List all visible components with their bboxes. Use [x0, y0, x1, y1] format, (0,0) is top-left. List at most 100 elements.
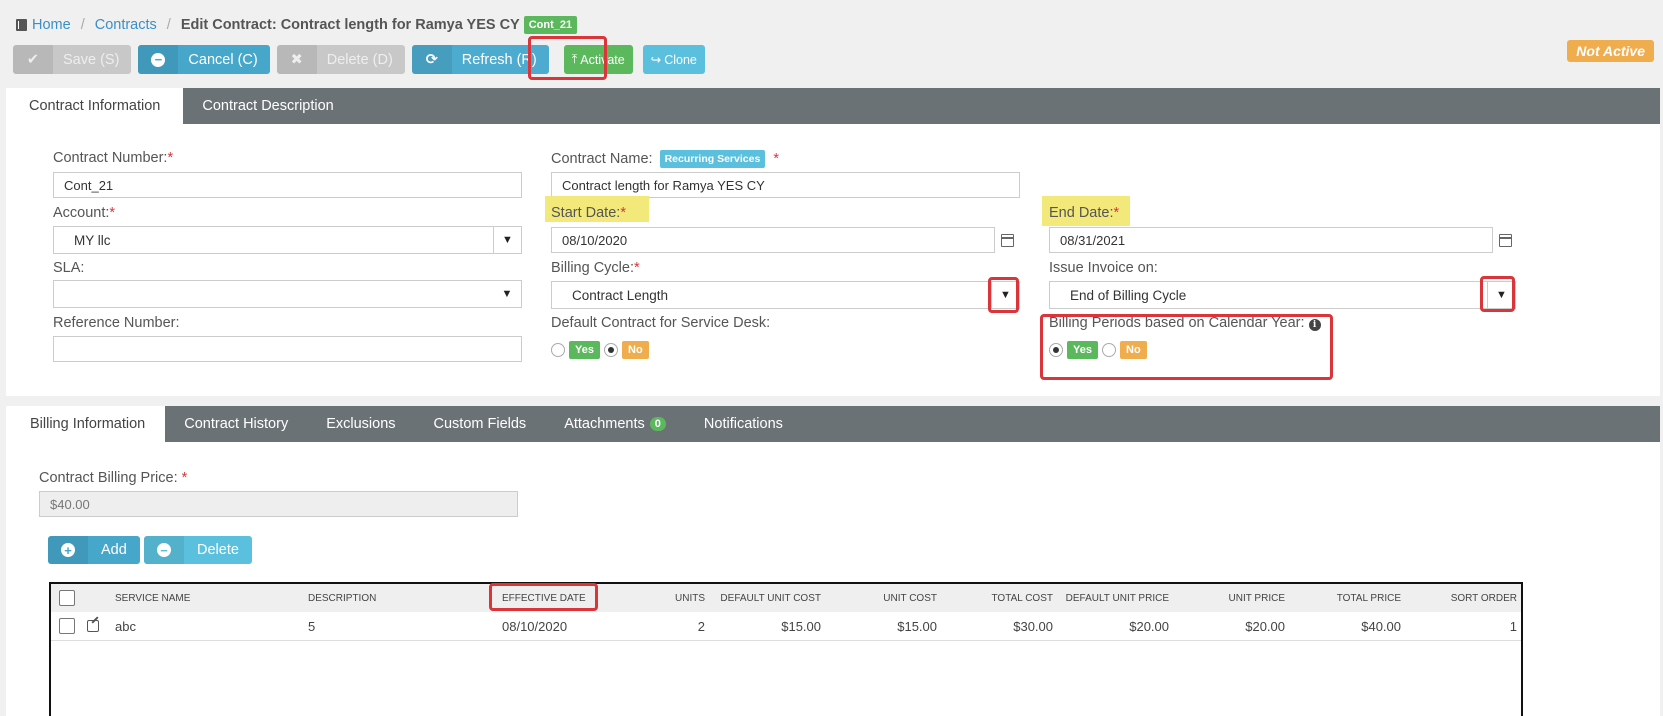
contract-name-label-text: Contract Name:: [551, 151, 653, 167]
tab-contract-description[interactable]: Contract Description: [183, 88, 352, 124]
account-label: Account:*: [53, 205, 115, 221]
header-description[interactable]: DESCRIPTION: [308, 584, 376, 612]
tab-billing-information[interactable]: Billing Information: [6, 406, 166, 442]
sla-select[interactable]: ▼: [53, 280, 522, 308]
cancel-button[interactable]: − Cancel (C): [138, 45, 270, 74]
chevron-down-icon[interactable]: ▼: [493, 227, 521, 253]
info-icon[interactable]: i: [1308, 319, 1321, 331]
table-row[interactable]: abc 5 08/10/2020 2 $15.00 $15.00 $30.00 …: [51, 612, 1521, 641]
contract-number-label-text: Contract Number:: [53, 150, 168, 166]
required-mark: *: [1113, 205, 1120, 221]
chevron-down-icon[interactable]: ▼: [991, 282, 1019, 308]
required-mark: *: [773, 151, 779, 167]
upload-icon: ⤒: [571, 52, 578, 66]
breadcrumb-home-link[interactable]: Home: [32, 17, 71, 33]
status-badge: Not Active: [1567, 40, 1654, 62]
add-button-label: Add: [101, 542, 127, 558]
activate-button-label: Activate: [580, 52, 625, 67]
breadcrumb-contracts-link[interactable]: Contracts: [95, 17, 157, 33]
cell-description: 5: [308, 618, 316, 634]
start-date-field[interactable]: 08/10/2020: [551, 227, 995, 253]
cell-default-unit-price: $20.00: [1129, 618, 1169, 634]
account-label-text: Account:: [53, 205, 110, 221]
billing-cycle-select[interactable]: Contract Length ▼: [551, 281, 1020, 309]
contract-number-field[interactable]: Cont_21: [53, 172, 522, 198]
activate-button[interactable]: ⤒ Activate: [563, 45, 633, 74]
chevron-down-icon[interactable]: ▼: [1487, 282, 1515, 308]
tab-attachments[interactable]: Attachments 0: [545, 406, 685, 442]
reference-number-field[interactable]: [53, 336, 522, 362]
required-mark: *: [634, 260, 640, 276]
tab-notifications[interactable]: Notifications: [685, 406, 802, 442]
tab-contract-information[interactable]: Contract Information: [6, 88, 184, 124]
delete-service-button-label: Delete: [197, 542, 239, 558]
calendar-icon[interactable]: [1001, 234, 1014, 247]
add-button[interactable]: + Add: [48, 536, 140, 564]
issue-invoice-select[interactable]: End of Billing Cycle ▼: [1049, 281, 1516, 309]
account-select[interactable]: MY llc ▼: [53, 226, 522, 254]
required-mark: *: [167, 150, 174, 166]
default-contract-yes-radio[interactable]: [551, 343, 565, 357]
header-sort-order[interactable]: SORT ORDER: [1411, 584, 1517, 612]
calendar-icon[interactable]: [1499, 234, 1512, 247]
header-total-price[interactable]: TOTAL PRICE: [1295, 584, 1401, 612]
tab-custom-fields[interactable]: Custom Fields: [415, 406, 546, 442]
end-date-field[interactable]: 08/31/2021: [1049, 227, 1493, 253]
default-contract-no-radio[interactable]: [604, 343, 618, 357]
breadcrumb-separator: /: [166, 17, 171, 33]
bottom-tabbar: Billing Information Contract History Exc…: [6, 406, 1660, 442]
header-unit-price[interactable]: UNIT PRICE: [1179, 584, 1286, 612]
billing-cycle-label-text: Billing Cycle:: [551, 260, 634, 276]
billing-cycle-value: Contract Length: [572, 287, 669, 303]
save-button[interactable]: ✔ Save (S): [13, 45, 132, 74]
header-unit-cost[interactable]: UNIT COST: [831, 584, 937, 612]
billing-periods-no-radio[interactable]: [1102, 343, 1116, 357]
billing-price-label: Contract Billing Price: *: [39, 470, 187, 486]
billing-periods-yes-radio[interactable]: [1049, 343, 1063, 357]
header-default-unit-cost[interactable]: DEFAULT UNIT COST: [711, 584, 821, 612]
chevron-down-icon[interactable]: ▼: [493, 281, 521, 307]
check-icon: ✔: [13, 45, 53, 74]
refresh-button[interactable]: ⟳ Refresh (R): [411, 45, 549, 74]
sla-label: SLA:: [53, 260, 85, 276]
delete-service-button[interactable]: − Delete: [144, 536, 252, 564]
tab-contract-history[interactable]: Contract History: [165, 406, 307, 442]
start-date-label: Start Date:*: [551, 205, 626, 221]
breadcrumb: Home / Contracts / Edit Contract: Contra…: [16, 14, 578, 36]
edit-icon[interactable]: [87, 612, 99, 640]
row-checkbox[interactable]: [59, 612, 75, 640]
no-pill: No: [622, 341, 649, 359]
contract-number-label: Contract Number:*: [53, 150, 173, 166]
billing-periods-label-text: Billing Periods based on Calendar Year:: [1049, 315, 1305, 331]
grid-header: SERVICE NAME DESCRIPTION EFFECTIVE DATE …: [51, 583, 1521, 612]
issue-invoice-value: End of Billing Cycle: [1070, 287, 1187, 303]
required-mark: *: [181, 470, 188, 486]
header-total-cost[interactable]: TOTAL COST: [947, 584, 1054, 612]
delete-button-label: Delete (D): [326, 51, 393, 68]
header-effective-date[interactable]: EFFECTIVE DATE: [502, 584, 586, 612]
recurring-services-chip: Recurring Services: [659, 150, 766, 168]
select-all-checkbox[interactable]: [59, 584, 75, 612]
refresh-button-label: Refresh (R): [461, 51, 537, 68]
cell-unit-price: $20.00: [1245, 618, 1285, 634]
header-units[interactable]: UNITS: [631, 584, 705, 612]
minus-circle-icon: −: [138, 45, 179, 74]
refresh-icon: ⟳: [411, 45, 452, 74]
contract-name-label: Contract Name: Recurring Services *: [551, 150, 779, 168]
billing-price-label-text: Contract Billing Price:: [39, 470, 178, 486]
clone-button[interactable]: ↪ Clone: [642, 45, 705, 74]
top-tabbar: Contract Information Contract Descriptio…: [6, 88, 1660, 124]
billing-cycle-label: Billing Cycle:*: [551, 260, 640, 276]
cell-effective-date: 08/10/2020: [502, 618, 568, 634]
required-mark: *: [620, 205, 626, 221]
tab-exclusions[interactable]: Exclusions: [307, 406, 414, 442]
save-button-label: Save (S): [63, 51, 120, 68]
header-service-name[interactable]: SERVICE NAME: [115, 584, 190, 612]
start-date-label-text: Start Date:: [551, 205, 621, 221]
contract-name-field[interactable]: Contract length for Ramya YES CY: [551, 172, 1020, 198]
delete-button[interactable]: ✖ Delete (D): [276, 45, 405, 74]
book-icon: [16, 19, 27, 31]
header-default-unit-price[interactable]: DEFAULT UNIT PRICE: [1061, 584, 1169, 612]
share-icon: ↪: [650, 53, 662, 67]
cell-unit-cost: $15.00: [897, 618, 937, 634]
